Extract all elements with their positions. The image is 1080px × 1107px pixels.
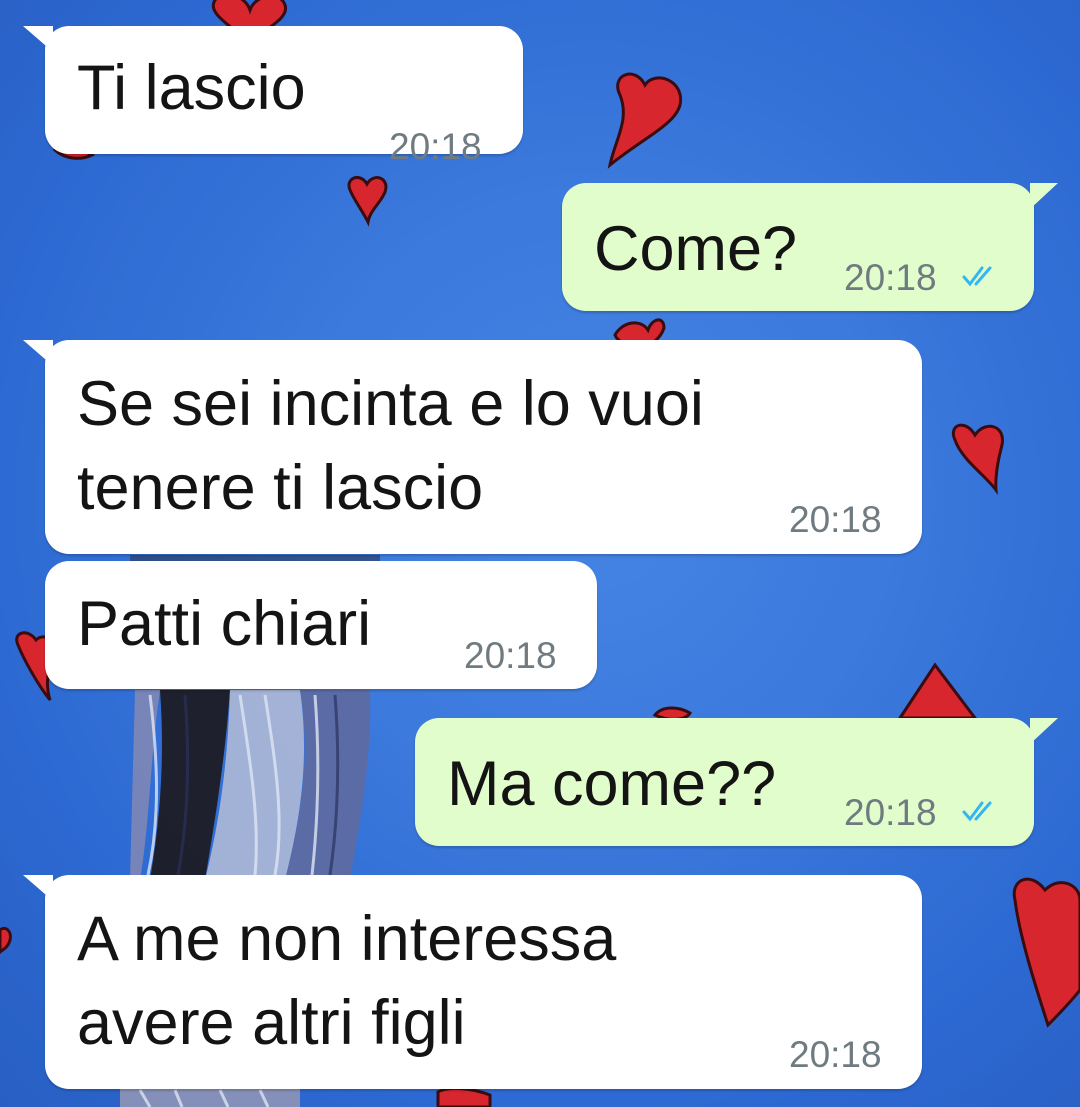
bubble-tail: [23, 26, 53, 52]
message-bubble-incoming[interactable]: Ti lascio 20:18: [45, 26, 523, 167]
message-text: A me non interessa avere altri figli: [77, 904, 617, 1058]
heart-icon: [436, 1086, 492, 1107]
message-text: Come?: [594, 214, 798, 284]
message-bubble-incoming[interactable]: A me non interessa avere altri figli 20:…: [45, 875, 922, 1089]
message-bubble-incoming[interactable]: Patti chiari 20:18: [45, 561, 597, 689]
bubble-tail: [23, 340, 53, 366]
bubble-tail: [1030, 718, 1058, 744]
message-text: Ti lascio: [77, 53, 306, 123]
message-text: Se sei incinta e lo vuoi tenere ti lasci…: [77, 369, 704, 523]
message-text: Ma come??: [447, 749, 777, 819]
double-check-read-icon: [962, 801, 992, 822]
bubble-tail: [23, 875, 53, 901]
message-timestamp: 20:18: [789, 1034, 882, 1075]
message-timestamp: 20:18: [464, 635, 557, 676]
message-text: Patti chiari: [77, 589, 372, 659]
message-timestamp: 20:18: [844, 792, 937, 833]
message-bubble-outgoing[interactable]: Come? 20:18: [562, 183, 1034, 311]
message-bubble-incoming[interactable]: Se sei incinta e lo vuoi tenere ti lasci…: [45, 340, 922, 554]
message-bubble-outgoing[interactable]: Ma come?? 20:18: [415, 718, 1034, 846]
message-timestamp: 20:18: [389, 126, 482, 167]
message-timestamp: 20:18: [844, 257, 937, 298]
message-timestamp: 20:18: [789, 499, 882, 540]
double-check-read-icon: [962, 266, 992, 287]
bubble-tail: [1030, 183, 1058, 209]
